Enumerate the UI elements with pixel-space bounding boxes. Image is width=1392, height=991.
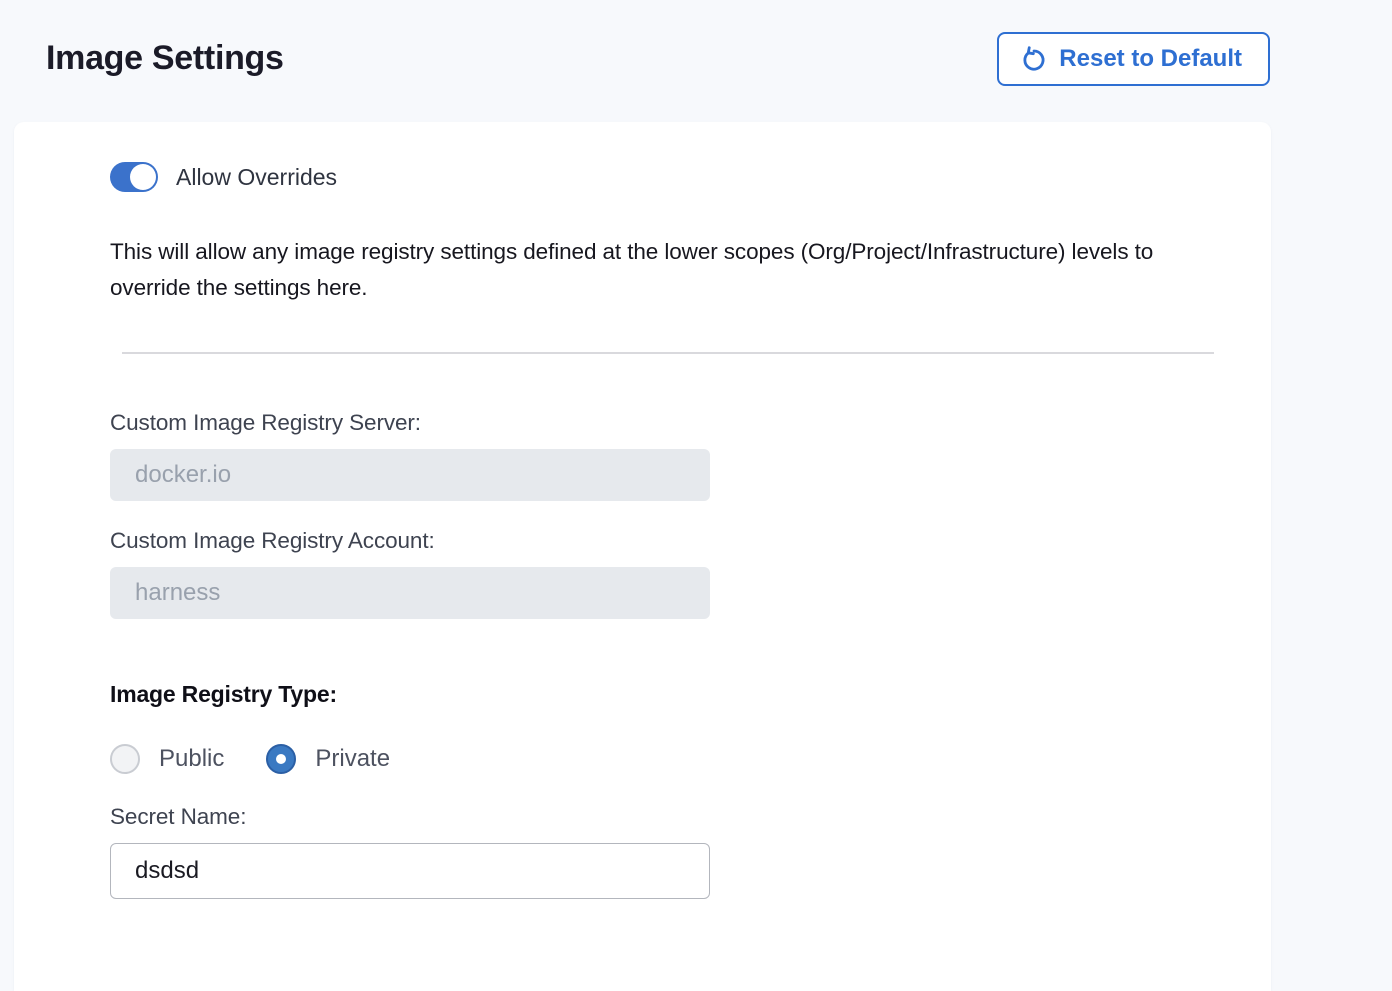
section-divider — [122, 352, 1214, 354]
registry-account-input[interactable] — [110, 567, 710, 619]
registry-server-input[interactable] — [110, 449, 710, 501]
radio-option-public[interactable]: Public — [110, 744, 224, 774]
radio-option-private[interactable]: Private — [266, 744, 390, 774]
registry-account-field-group: Custom Image Registry Account: — [110, 528, 1211, 619]
radio-private-label: Private — [315, 745, 390, 773]
radio-public-label: Public — [159, 745, 224, 773]
registry-server-field-group: Custom Image Registry Server: — [110, 410, 1211, 501]
page-header: Image Settings Reset to Default — [0, 0, 1392, 86]
registry-account-label: Custom Image Registry Account: — [110, 528, 1211, 554]
allow-overrides-row: Allow Overrides — [110, 162, 1211, 192]
radio-private-circle[interactable] — [266, 744, 296, 774]
overrides-description-text: This will allow any image registry setti… — [110, 234, 1211, 306]
page-title: Image Settings — [46, 39, 284, 78]
image-registry-type-label: Image Registry Type: — [110, 681, 1211, 708]
secret-name-field-group: Secret Name: — [110, 804, 1211, 899]
secret-name-input[interactable] — [110, 843, 710, 899]
toggle-knob — [130, 164, 156, 190]
reset-circular-arrow-icon — [1021, 46, 1047, 72]
reset-button-label: Reset to Default — [1059, 45, 1242, 73]
radio-public-circle[interactable] — [110, 744, 140, 774]
registry-type-radio-group: Public Private — [110, 744, 1211, 774]
secret-name-label: Secret Name: — [110, 804, 1211, 830]
registry-server-label: Custom Image Registry Server: — [110, 410, 1211, 436]
allow-overrides-toggle[interactable] — [110, 162, 158, 192]
reset-to-default-button[interactable]: Reset to Default — [997, 32, 1270, 86]
allow-overrides-label: Allow Overrides — [176, 164, 337, 191]
image-settings-card: Allow Overrides This will allow any imag… — [14, 122, 1271, 991]
image-settings-page: Image Settings Reset to Default Allow Ov… — [0, 0, 1392, 991]
